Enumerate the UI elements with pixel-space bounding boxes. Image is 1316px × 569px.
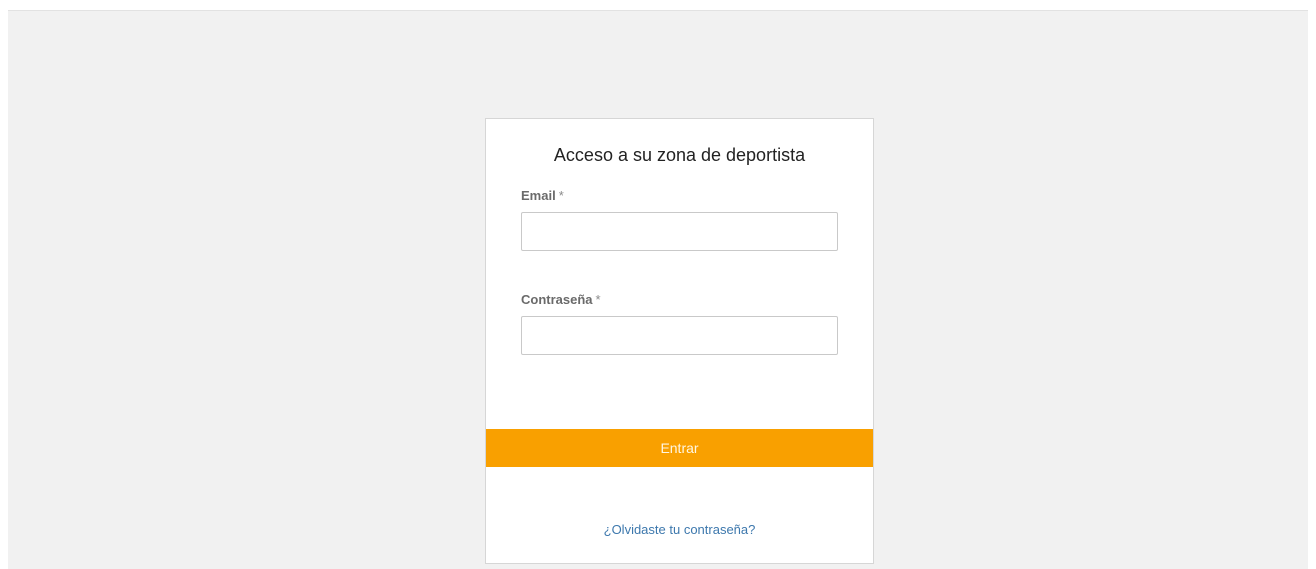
login-title: Acceso a su zona de deportista bbox=[553, 145, 806, 165]
email-input[interactable] bbox=[521, 212, 838, 251]
email-required-mark: * bbox=[558, 188, 564, 203]
email-label: Email * bbox=[521, 188, 564, 203]
password-input[interactable] bbox=[521, 316, 838, 355]
login-submit-button[interactable]: Entrar bbox=[486, 429, 873, 467]
password-label-text: Contraseña bbox=[521, 292, 593, 307]
forgot-password-link[interactable]: ¿Olvidaste tu contraseña? bbox=[486, 522, 873, 537]
page-background: Acceso a su zona de deportista Email * Co… bbox=[8, 10, 1308, 569]
password-label: Contraseña * bbox=[521, 292, 601, 307]
email-label-text: Email bbox=[521, 188, 556, 203]
login-card: Acceso a su zona de deportista Email * Co… bbox=[485, 118, 874, 564]
password-required-mark: * bbox=[595, 292, 601, 307]
